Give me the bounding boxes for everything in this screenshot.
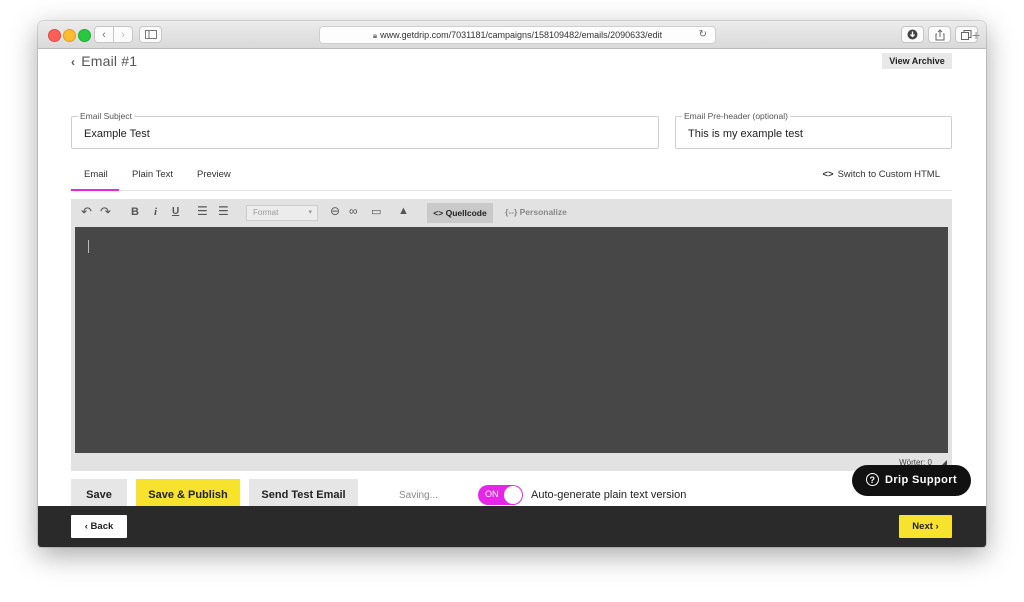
redo-icon[interactable]: ↷: [100, 204, 111, 220]
tab-preview[interactable]: Preview: [197, 169, 231, 180]
back-to-emails-link[interactable]: ‹ Email #1: [71, 53, 137, 69]
source-code-button[interactable]: <> Quellcode: [427, 203, 493, 223]
close-window-button[interactable]: [48, 29, 61, 42]
downloads-button[interactable]: [901, 26, 924, 43]
chevron-right-icon: ›: [121, 29, 125, 41]
drip-support-label: Drip Support: [885, 474, 958, 486]
comment-icon[interactable]: ▭: [371, 205, 381, 218]
email-preheader-field[interactable]: Email Pre-header (optional) This is my e…: [675, 111, 952, 149]
download-icon: [907, 29, 918, 40]
maximize-window-button[interactable]: [78, 29, 91, 42]
toggle-knob: [504, 486, 522, 504]
view-archive-button[interactable]: View Archive: [882, 53, 952, 69]
format-select-value: Format: [253, 208, 279, 217]
chevron-right-icon: ›: [932, 521, 939, 532]
toggle-state-label: ON: [485, 489, 499, 499]
underline-icon[interactable]: U: [172, 206, 179, 217]
rich-text-editor: ↶ ↷ B i U ☰ ☰ Format ▾ ⊖ ∞ ▭ ▲ <> Quellc…: [71, 199, 952, 471]
tab-plain-text[interactable]: Plain Text: [132, 169, 173, 180]
source-code-label: Quellcode: [445, 208, 487, 218]
code-icon: <>: [433, 208, 446, 218]
browser-forward-button[interactable]: ›: [113, 26, 133, 43]
address-bar[interactable]: 🔒︎ www.getdrip.com/7031181/campaigns/1581…: [319, 26, 716, 44]
autogen-plain-text-toggle[interactable]: ON: [478, 485, 523, 505]
tab-email[interactable]: Email: [84, 169, 108, 180]
switch-html-label: Switch to Custom HTML: [837, 169, 940, 180]
plus-icon: +: [972, 27, 981, 43]
back-button-label: Back: [90, 521, 114, 532]
bold-icon[interactable]: B: [131, 206, 139, 218]
chevron-left-icon: ‹: [102, 29, 106, 41]
unordered-list-icon[interactable]: ☰: [218, 204, 229, 218]
page-content: ‹ Email #1 View Archive Email Subject Exa…: [38, 49, 986, 511]
code-icon: <>: [822, 169, 834, 180]
footer-bar: ‹ Back Next ›: [38, 506, 986, 547]
italic-icon[interactable]: i: [154, 206, 157, 218]
email-preheader-label: Email Pre-header (optional): [682, 111, 790, 121]
next-button-label: Next: [912, 521, 933, 532]
chevron-left-icon: ‹: [71, 55, 76, 69]
browser-window: ‹ › 🔒︎ www.getdrip.com/7031181/campaigns/…: [38, 21, 986, 547]
email-subject-value[interactable]: Example Test: [84, 128, 150, 140]
new-tab-button[interactable]: +: [972, 26, 986, 44]
next-button[interactable]: Next ›: [899, 515, 952, 538]
back-button[interactable]: ‹ Back: [71, 515, 127, 538]
reload-icon[interactable]: ↻: [699, 27, 707, 43]
link-icon[interactable]: ⊖: [330, 204, 340, 218]
active-tab-indicator: [71, 189, 119, 191]
chevron-down-icon: ▾: [308, 209, 312, 216]
ordered-list-icon[interactable]: ☰: [197, 204, 208, 218]
editor-tabs: Email Plain Text Preview <> Switch to Cus…: [71, 160, 952, 191]
text-cursor: [88, 240, 89, 253]
browser-back-button[interactable]: ‹: [94, 26, 114, 43]
help-icon: ?: [866, 473, 879, 486]
autogen-plain-text-label: Auto-generate plain text version: [531, 489, 687, 501]
source-code-area[interactable]: [75, 227, 948, 453]
minimize-window-button[interactable]: [63, 29, 76, 42]
lock-icon: 🔒︎: [372, 31, 378, 40]
format-select[interactable]: Format ▾: [246, 205, 318, 221]
unlink-icon[interactable]: ∞: [349, 204, 358, 218]
email-subject-field[interactable]: Email Subject Example Test: [71, 111, 659, 149]
url-text: www.getdrip.com/7031181/campaigns/158109…: [380, 30, 663, 40]
image-icon[interactable]: ▲: [398, 205, 409, 217]
email-preheader-value[interactable]: This is my example test: [688, 128, 803, 140]
browser-titlebar: ‹ › 🔒︎ www.getdrip.com/7031181/campaigns/…: [38, 21, 986, 49]
editor-toolbar: ↶ ↷ B i U ☰ ☰ Format ▾ ⊖ ∞ ▭ ▲ <> Quellc…: [71, 199, 952, 227]
sidebar-toggle-button[interactable]: [139, 26, 162, 43]
share-icon: [935, 29, 944, 41]
drip-support-button[interactable]: ? Drip Support: [852, 465, 971, 496]
personalize-button[interactable]: {--} Personalize: [505, 207, 567, 217]
switch-to-custom-html-link[interactable]: <> Switch to Custom HTML: [822, 169, 940, 180]
save-status: Saving...: [399, 490, 438, 501]
sidebar-icon: [144, 30, 157, 39]
undo-icon[interactable]: ↶: [81, 204, 92, 220]
email-subject-label: Email Subject: [78, 111, 134, 121]
tabs-icon: [961, 30, 972, 40]
page-title: Email #1: [81, 53, 138, 69]
share-button[interactable]: [928, 26, 951, 43]
